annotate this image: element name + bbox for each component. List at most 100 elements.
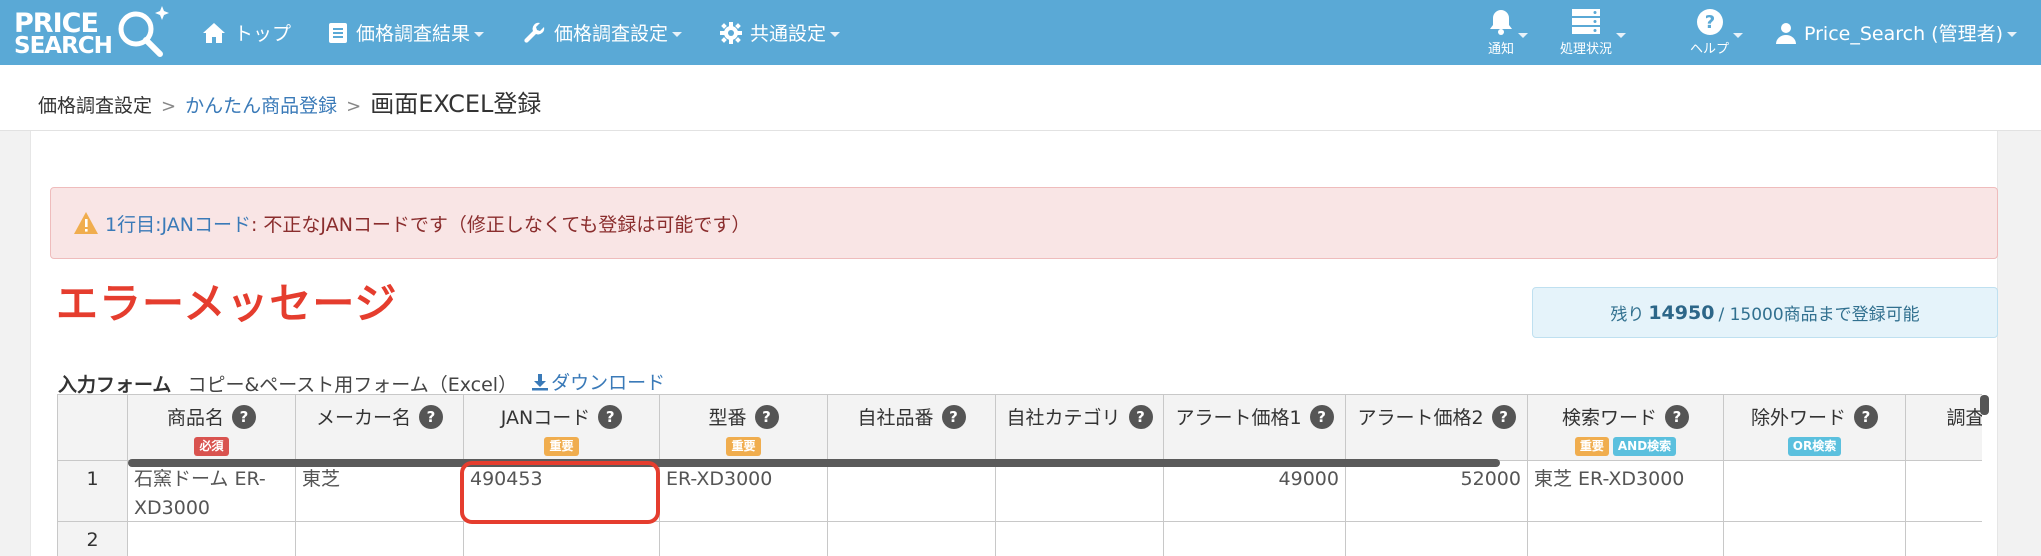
nav-help[interactable]: ? ヘルプ	[1690, 8, 1744, 60]
grid-cell[interactable]	[660, 522, 827, 556]
column-header[interactable]: 調査	[1906, 395, 1982, 461]
column-header-label: 自社品番	[857, 407, 934, 429]
grid-cell[interactable]	[296, 522, 463, 556]
column-header-label: 商品名	[166, 407, 224, 429]
column-header[interactable]: アラート価格2?	[1346, 395, 1527, 461]
grid-column: 商品名? 必須 石窯ドーム ER-XD3000	[128, 395, 296, 556]
help-icon[interactable]: ?	[419, 404, 443, 429]
excel-input-grid[interactable]: 1 2 商品名? 必須 石窯ドーム ER-XD3000 メーカー名? 東芝 JANコード? 重要…	[57, 394, 1982, 556]
grid-cell[interactable]	[828, 461, 995, 522]
grid-cell[interactable]	[1724, 522, 1905, 556]
help-icon[interactable]: ?	[598, 404, 623, 429]
help-icon[interactable]: ?	[754, 404, 779, 429]
help-icon[interactable]: ?	[1665, 404, 1689, 429]
nav-notifications[interactable]: 通知	[1488, 8, 1529, 60]
column-header[interactable]: 自社カテゴリ?	[996, 395, 1163, 461]
help-icon[interactable]: ?	[1309, 404, 1334, 429]
help-icon[interactable]: ?	[1854, 404, 1878, 429]
remaining-quota-box: 残り 14950 / 15000商品まで登録可能	[1532, 287, 1998, 338]
breadcrumb: 価格調査設定 > かんたん商品登録 > 画面EXCEL登録	[38, 84, 541, 119]
remaining-prefix: 残り	[1610, 305, 1645, 325]
breadcrumb-separator: >	[346, 96, 362, 117]
column-header[interactable]: メーカー名?	[296, 395, 463, 461]
nav-settings[interactable]: 価格調査設定	[524, 0, 683, 65]
row-number: 1	[58, 461, 127, 522]
grid-horizontal-scrollbar[interactable]	[128, 459, 1500, 467]
column-header-label: アラート価格1	[1175, 407, 1302, 429]
help-icon[interactable]: ?	[941, 404, 966, 429]
chevron-down-icon	[1733, 33, 1744, 38]
grid-column: 自社カテゴリ?	[996, 395, 1164, 556]
column-header[interactable]: 型番? 重要	[660, 395, 827, 461]
column-header-label: 型番	[708, 407, 747, 429]
grid-cell[interactable]	[996, 522, 1163, 556]
gear-icon	[720, 21, 742, 44]
error-alert: 1行目:JANコード : 不正なJANコードです（修正しなくても登録は可能です）	[50, 187, 1998, 259]
row-number-column: 12	[58, 395, 128, 556]
column-header[interactable]: 自社品番?	[828, 395, 995, 461]
help-icon[interactable]: ?	[232, 404, 256, 429]
breadcrumb-link-easy-register[interactable]: かんたん商品登録	[185, 91, 337, 118]
column-header[interactable]: 検索ワード? 重要 AND検索	[1528, 395, 1723, 461]
column-header[interactable]: 商品名? 必須	[128, 395, 295, 461]
nav-top-label: トップ	[234, 23, 292, 45]
column-badges: 重要	[464, 437, 659, 456]
chevron-down-icon	[830, 31, 841, 37]
column-header-label-wrap: 型番?	[660, 403, 827, 430]
error-message-annotation: エラーメッセージ	[56, 279, 398, 328]
page-title: 画面EXCEL登録	[370, 90, 542, 118]
grid-cell[interactable]	[1346, 522, 1527, 556]
column-badge: AND検索	[1612, 437, 1677, 456]
nav-common[interactable]: 共通設定	[720, 0, 841, 65]
grid-cell[interactable]: 49000	[1164, 461, 1345, 522]
help-icon[interactable]: ?	[1491, 404, 1516, 429]
grid-cell[interactable]	[996, 461, 1163, 522]
download-link[interactable]: ダウンロード	[531, 368, 665, 395]
alert-location-link[interactable]: 1行目:JANコード	[105, 210, 251, 237]
nav-results[interactable]: 価格調査結果	[328, 0, 485, 65]
list-icon	[328, 22, 348, 44]
grid-cell[interactable]	[128, 522, 295, 556]
grid-cell[interactable]	[1528, 522, 1723, 556]
column-header-label: 調査	[1946, 407, 1982, 429]
grid-cell[interactable]	[1164, 522, 1345, 556]
column-header-label: 検索ワード	[1561, 407, 1657, 429]
grid-cell[interactable]	[1724, 461, 1905, 522]
logo-line2: SEARCH	[14, 33, 113, 59]
nav-top[interactable]: トップ	[202, 0, 291, 65]
grid-cell[interactable]: ER-XD3000	[660, 461, 827, 522]
column-header-label: 除外ワード	[1750, 407, 1846, 429]
grid-cell[interactable]: 東芝 ER-XD3000	[1528, 461, 1723, 522]
breadcrumb-separator: >	[161, 96, 177, 117]
jan-code-error-highlight	[460, 461, 660, 524]
grid-cell[interactable]	[1906, 461, 1982, 522]
nav-user-menu[interactable]: Price_Search (管理者)	[1776, 0, 2017, 65]
column-badges: 重要 AND検索	[1528, 437, 1723, 456]
chevron-down-icon	[474, 31, 485, 37]
column-header[interactable]: 除外ワード? OR検索	[1724, 395, 1905, 461]
column-header[interactable]: JANコード? 重要	[464, 395, 659, 461]
grid-cell[interactable]: 52000	[1346, 461, 1527, 522]
grid-cell[interactable]: 石窯ドーム ER-XD3000	[128, 461, 295, 522]
row-number: 2	[58, 522, 127, 556]
grid-cell[interactable]	[828, 522, 995, 556]
nav-results-label: 価格調査結果	[356, 23, 471, 45]
nav-processing[interactable]: 処理状況	[1560, 8, 1627, 60]
column-header[interactable]: アラート価格1?	[1164, 395, 1345, 461]
price-search-logo[interactable]: PRICE SEARCH	[14, 4, 169, 60]
grid-cell[interactable]: 東芝	[296, 461, 463, 522]
input-form-subtitle: コピー&ペースト用フォーム（Excel）	[187, 373, 518, 396]
download-icon	[532, 373, 549, 390]
column-header-label-wrap: アラート価格1?	[1164, 403, 1345, 430]
help-icon[interactable]: ?	[1128, 404, 1153, 429]
grid-cell[interactable]	[1906, 522, 1982, 556]
chevron-down-icon	[1616, 33, 1627, 38]
column-badge: 重要	[544, 437, 579, 456]
column-badge: 重要	[726, 437, 761, 456]
grid-vertical-scrollbar[interactable]	[1980, 395, 1989, 415]
download-link-label: ダウンロード	[551, 372, 666, 394]
column-header-label-wrap: アラート価格2?	[1346, 403, 1527, 430]
help-icon: ?	[1696, 9, 1723, 35]
grid-cell[interactable]	[464, 522, 659, 556]
grid-column: 検索ワード? 重要 AND検索東芝 ER-XD3000	[1528, 395, 1724, 556]
